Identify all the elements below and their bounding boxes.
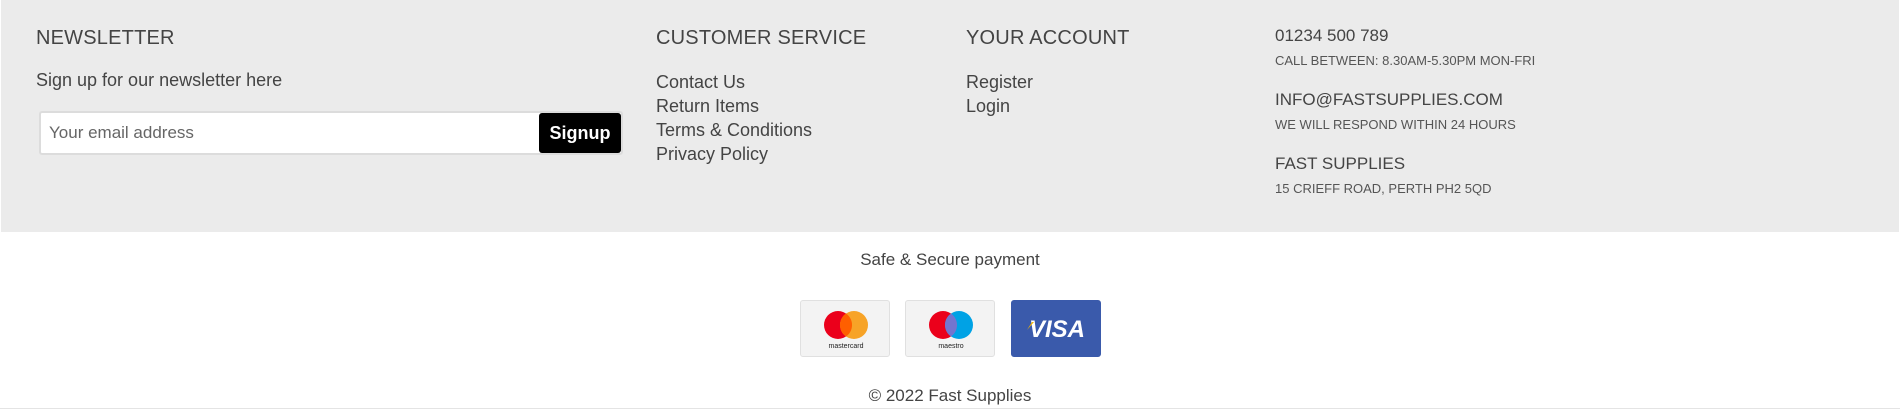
newsletter-form: Signup xyxy=(39,111,623,155)
mastercard-label: mastercard xyxy=(828,343,863,350)
contact-email-note: WE WILL RESPOND WITHIN 24 HOURS xyxy=(1275,117,1516,132)
mastercard-icon: mastercard xyxy=(824,311,868,350)
link-login[interactable]: Login xyxy=(966,94,1033,118)
payment-title: Safe & Secure payment xyxy=(860,250,1040,269)
link-contact-us[interactable]: Contact Us xyxy=(656,70,812,94)
footer-top: NEWSLETTER Sign up for our newsletter he… xyxy=(1,0,1899,232)
visa-icon: VISA xyxy=(1027,316,1085,343)
contact-phone[interactable]: 01234 500 789 xyxy=(1275,26,1388,46)
link-return-items[interactable]: Return Items xyxy=(656,94,812,118)
your-account-title: YOUR ACCOUNT xyxy=(966,27,1130,49)
contact-company: FAST SUPPLIES xyxy=(1275,154,1406,173)
link-register[interactable]: Register xyxy=(966,70,1033,94)
contact-address: 15 CRIEFF ROAD, PERTH PH2 5QD xyxy=(1275,181,1492,196)
newsletter-title: NEWSLETTER xyxy=(36,27,175,49)
maestro-icon: maestro xyxy=(929,311,973,350)
visa-card: VISA xyxy=(1011,300,1101,357)
copyright: © 2022 Fast Supplies xyxy=(868,386,1032,405)
contact-phone-note: CALL BETWEEN: 8.30AM-5.30PM MON-FRI xyxy=(1275,53,1536,68)
signup-button[interactable]: Signup xyxy=(539,113,621,153)
newsletter-text: Sign up for our newsletter here xyxy=(36,70,283,90)
visa-label: VISA xyxy=(1029,316,1085,343)
contact-email[interactable]: INFO@FASTSUPPLIES.COM xyxy=(1275,90,1503,110)
mastercard-card: mastercard xyxy=(800,300,890,357)
customer-service-title: CUSTOMER SERVICE xyxy=(656,27,867,49)
customer-service-links: Contact Us Return Items Terms & Conditio… xyxy=(656,70,812,166)
maestro-card: maestro xyxy=(905,300,995,357)
your-account-links: Register Login xyxy=(966,70,1033,118)
link-terms-conditions[interactable]: Terms & Conditions xyxy=(656,118,812,142)
link-privacy-policy[interactable]: Privacy Policy xyxy=(656,142,812,166)
maestro-label: maestro xyxy=(938,343,963,350)
email-input[interactable] xyxy=(41,113,541,153)
